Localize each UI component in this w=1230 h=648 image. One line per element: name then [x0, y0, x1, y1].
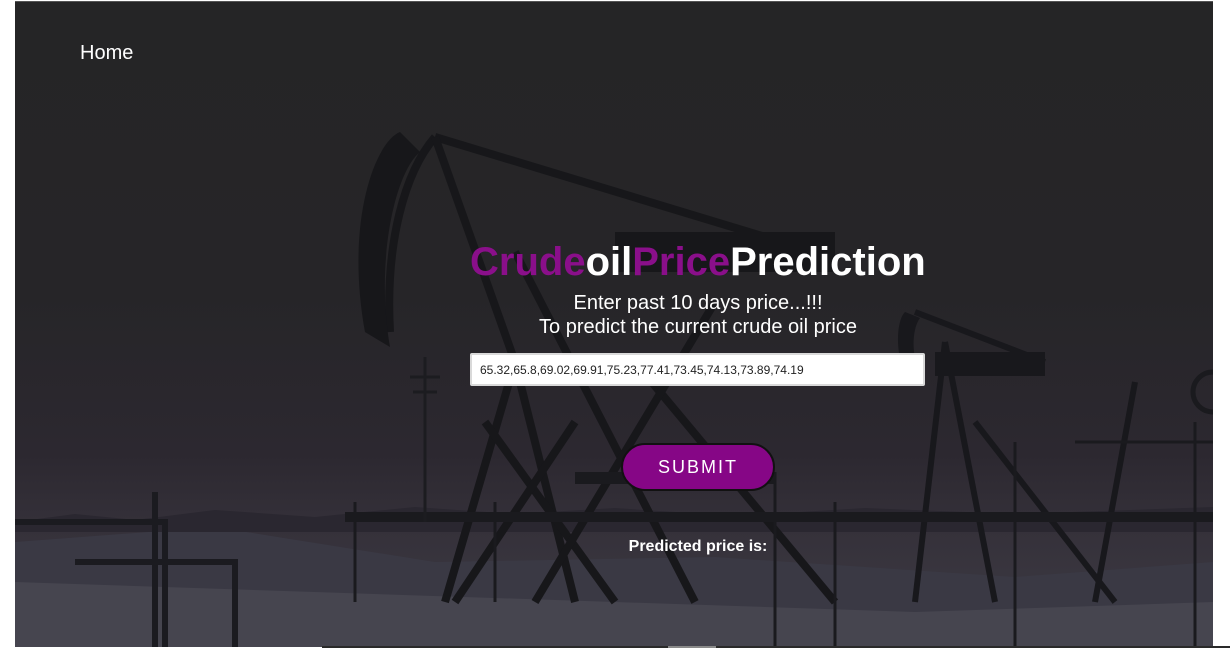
page-viewport: Home CrudeoilPricePrediction Enter past … [15, 1, 1213, 647]
predicted-price-label: Predicted price is: [628, 538, 768, 555]
title-word-prediction: Prediction [730, 240, 926, 284]
submit-button[interactable]: SUBMIT [621, 443, 775, 491]
title-word-oil: oil [585, 240, 633, 284]
page-title: CrudeoilPricePrediction [470, 240, 926, 285]
nav-home-link[interactable]: Home [80, 42, 133, 65]
title-word-crude: Crude [470, 240, 586, 284]
past-prices-input[interactable] [470, 353, 925, 386]
subtitle-description: To predict the current crude oil price [539, 316, 857, 338]
subtitle-instruction: Enter past 10 days price...!!! [573, 292, 823, 314]
title-word-price: Price [632, 240, 731, 284]
